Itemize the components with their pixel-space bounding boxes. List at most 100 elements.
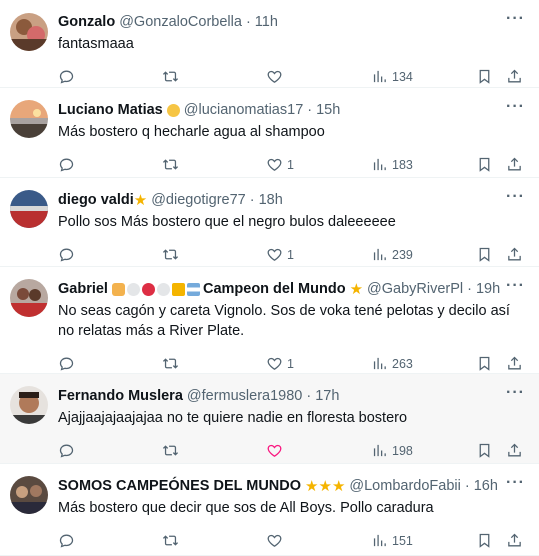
share-icon (508, 157, 521, 171)
timestamp[interactable]: 15h (316, 102, 340, 118)
more-icon[interactable]: ··· (506, 384, 525, 402)
avatar[interactable] (10, 386, 48, 424)
bookmark-button[interactable] (476, 532, 493, 549)
author-name[interactable]: Gabriel (58, 281, 108, 297)
action-bar: 134 (58, 68, 525, 88)
author-handle[interactable]: @LombardoFabii (349, 478, 460, 494)
views-button[interactable]: 198 (371, 442, 413, 459)
like-button[interactable] (266, 532, 287, 549)
heart-icon (267, 70, 282, 83)
reply-icon (59, 534, 74, 548)
tweet-text: Ajajjaajajaajajaa no te quiere nadie en … (58, 410, 408, 426)
tweet[interactable]: Gonzalo @GonzaloCorbella · 11h fantasmaa… (0, 0, 539, 88)
like-button[interactable]: 1 (266, 355, 294, 372)
retweet-button[interactable] (162, 532, 179, 549)
like-button[interactable]: 1 (266, 246, 294, 263)
star-emoji-icon: ★ (133, 191, 148, 209)
more-icon[interactable]: ··· (506, 98, 525, 116)
bookmark-button[interactable] (476, 355, 493, 372)
retweet-button[interactable] (162, 355, 179, 372)
author-name[interactable]: Luciano Matias (58, 102, 163, 118)
retweet-button[interactable] (162, 68, 179, 85)
views-count: 151 (392, 533, 413, 548)
more-icon[interactable]: ··· (506, 474, 525, 492)
author-name-suffix[interactable]: Campeon del Mundo (203, 281, 346, 297)
avatar[interactable] (10, 13, 48, 51)
timestamp[interactable]: 11h (255, 14, 278, 30)
views-icon (373, 70, 386, 83)
bookmark-icon (479, 247, 490, 262)
timestamp[interactable]: 18h (259, 192, 283, 208)
more-icon[interactable]: ··· (506, 277, 525, 295)
share-icon (508, 443, 521, 457)
reply-button[interactable] (58, 355, 75, 372)
argentina-flag-icon (186, 282, 200, 296)
retweet-button[interactable] (162, 246, 179, 263)
share-button[interactable] (506, 68, 523, 85)
author-handle[interactable]: @fermuslera1980 (187, 388, 302, 404)
star-emoji-icon: ★ (318, 477, 332, 495)
more-icon[interactable]: ··· (506, 188, 525, 206)
views-button[interactable]: 263 (371, 355, 413, 372)
timestamp[interactable]: 17h (315, 388, 339, 404)
reply-button[interactable] (58, 246, 75, 263)
bookmark-button[interactable] (476, 442, 493, 459)
views-icon (373, 534, 386, 547)
author-name[interactable]: diego valdi (58, 192, 134, 208)
bookmark-button[interactable] (476, 156, 493, 173)
tweet[interactable]: Fernando Muslera @fermuslera1980 · 17h A… (0, 374, 539, 464)
retweet-button[interactable] (162, 156, 179, 173)
tweet[interactable]: diego valdi ★ @diegotigre77 · 18h Pollo … (0, 178, 539, 267)
author-name[interactable]: SOMOS CAMPEÓNES DEL MUNDO (58, 478, 301, 494)
white-circle-icon (126, 282, 140, 296)
red-circle-icon (141, 282, 155, 296)
reply-button[interactable] (58, 442, 75, 459)
timestamp[interactable]: 19h (476, 281, 500, 297)
retweet-icon (162, 159, 179, 170)
author-name[interactable]: Fernando Muslera (58, 388, 183, 404)
share-button[interactable] (506, 246, 523, 263)
share-button[interactable] (506, 532, 523, 549)
tweet[interactable]: SOMOS CAMPEÓNES DEL MUNDO ★ ★ ★ @Lombard… (0, 464, 539, 556)
bookmark-button[interactable] (476, 246, 493, 263)
tweet[interactable]: Gabriel Campeon del Mundo ★ @GabyRiverPl… (0, 267, 539, 374)
share-button[interactable] (506, 156, 523, 173)
author-handle[interactable]: @diegotigre77 (151, 192, 246, 208)
views-button[interactable]: 134 (371, 68, 413, 85)
like-button[interactable] (266, 442, 287, 459)
author-name[interactable]: Gonzalo (58, 14, 115, 30)
avatar[interactable] (10, 279, 48, 317)
tweet-text: Más bostero que decir que sos de All Boy… (58, 500, 434, 516)
views-button[interactable]: 151 (371, 532, 413, 549)
reply-icon (59, 248, 74, 262)
views-icon (373, 248, 386, 261)
views-button[interactable]: 239 (371, 246, 413, 263)
avatar[interactable] (10, 100, 48, 138)
author-handle[interactable]: @GonzaloCorbella (119, 14, 242, 30)
like-button[interactable]: 1 (266, 156, 294, 173)
views-button[interactable]: 183 (371, 156, 413, 173)
bookmark-button[interactable] (476, 68, 493, 85)
views-icon (373, 357, 386, 370)
heart-icon (267, 444, 282, 457)
share-button[interactable] (506, 355, 523, 372)
reply-button[interactable] (58, 532, 75, 549)
reply-button[interactable] (58, 156, 75, 173)
heart-icon (267, 248, 282, 261)
retweet-button[interactable] (162, 442, 179, 459)
timestamp[interactable]: 16h (474, 478, 498, 494)
more-icon[interactable]: ··· (506, 10, 525, 28)
reply-button[interactable] (58, 68, 75, 85)
retweet-icon (162, 535, 179, 546)
share-button[interactable] (506, 442, 523, 459)
avatar[interactable] (10, 476, 48, 514)
heart-icon (267, 357, 282, 370)
like-button[interactable] (266, 68, 287, 85)
avatar[interactable] (10, 190, 48, 228)
author-handle[interactable]: @lucianomatias17 (184, 102, 304, 118)
author-handle[interactable]: @GabyRiverPl (367, 281, 463, 297)
reply-feed: Gonzalo @GonzaloCorbella · 11h fantasmaa… (0, 0, 539, 556)
views-count: 263 (392, 356, 413, 371)
tweet[interactable]: Luciano Matias @lucianomatias17 · 15h Má… (0, 88, 539, 178)
action-bar: 1 263 (58, 355, 525, 375)
